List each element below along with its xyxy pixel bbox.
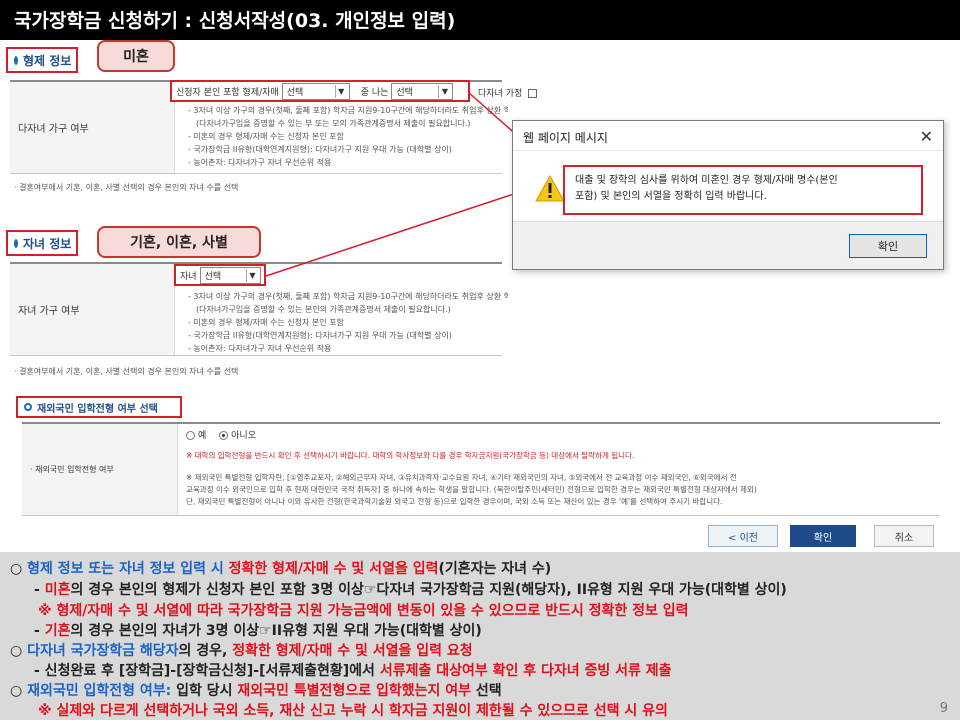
child-select-box: 자녀 선택 ▼	[174, 264, 266, 286]
note-line: - 농어촌자: 다자녀가구 자녀 우선순위 적용	[188, 158, 332, 167]
callout-married: 기혼, 이혼, 사별	[97, 226, 261, 258]
note-line: 교육과정 이수 외국인으로 입학 후 현재 대한민국 국적 취득자] 중 하나에…	[186, 485, 757, 494]
radio-no-label: 아니오	[231, 431, 256, 441]
explanation-box: ○ 형제 정보 또는 자녀 정보 입력 시 정확한 형제/자매 수 및 서열을 …	[0, 552, 960, 720]
sibling-order-value: 선택	[396, 87, 413, 98]
page-title: 국가장학금 신청하기 : 신청서작성(03. 개인정보 입력)	[14, 10, 456, 32]
callout-unmarried-text: 미혼	[123, 49, 149, 65]
overseas-radio-group: 예 아니오	[186, 428, 256, 441]
child-row-label: 자녀 가구 여부	[10, 264, 175, 355]
note-line: ※ 재외국민 특별전형 입학자란, [①영주교포자, ②해외근무자 자녀, ③유…	[186, 473, 737, 482]
dialog-ok-button[interactable]: 확인	[849, 234, 927, 258]
warning-icon	[535, 175, 565, 202]
dialog-message-line: 대출 및 장학의 심사를 위하여 미혼인 경우 형제/자매 명수(본인	[575, 175, 838, 186]
page-number: 9	[939, 701, 948, 716]
child-footnote: · 결혼여부에서 기혼, 이혼, 사별 선택의 경우 본인의 자녀 수를 선택	[14, 367, 239, 376]
note-line: (다자녀가구임을 증명할 수 있는 본인의 가족관계증명서 제출이 필요합니다.…	[196, 305, 451, 314]
confirm-button[interactable]: 확인	[790, 525, 856, 547]
callout-married-text: 기혼, 이혼, 사별	[130, 235, 228, 251]
note-line: - 3자녀 이상 가구의 경우(첫째, 둘째 포함) 학자금 지원9-10구간에…	[188, 106, 508, 115]
note-line: 단, 재외국민 특별전형이 아니나 이와 유사한 전형(한국과학기술원 외국고 …	[186, 497, 723, 506]
explain-line-4: - 기혼의 경우 본인의 자녀가 3명 이상☞II유형 지원 우대 가능(대학별…	[34, 623, 482, 639]
explain-line-5: ○ 다자녀 국가장학금 해당자의 경우, 정확한 형제/자매 수 및 서열을 입…	[10, 643, 473, 659]
sibling-order-select[interactable]: 선택 ▼	[391, 82, 454, 100]
note-line: (다자녀가구임을 증명할 수 있는 부 또는 모의 가족관계증명서 제출이 필요…	[196, 119, 471, 128]
chevron-down-icon: ▼	[334, 84, 347, 98]
chevron-down-icon: ▼	[438, 84, 450, 98]
note-line: - 3자녀 이상 가구의 경우(첫째, 둘째 포함) 학자금 지원9-10구간에…	[188, 292, 508, 301]
dialog-title: 웹 페이지 메시지	[513, 121, 943, 151]
radio-yes[interactable]	[186, 431, 195, 440]
child-count-value: 선택	[204, 271, 222, 282]
sibling-section-title: 형제 정보	[23, 53, 72, 68]
sibling-middle-text: 중 나는	[360, 87, 389, 98]
overseas-red-notice: ※ 대학의 입학전형을 반드시 확인 후 선택하시기 바랍니다. 대학의 학사정…	[186, 451, 635, 460]
child-count-select[interactable]: 선택 ▼	[199, 266, 261, 284]
dialog-footer: 확인	[513, 221, 943, 269]
cancel-button[interactable]: 취소	[874, 525, 934, 547]
section-bullet-icon	[14, 55, 18, 65]
child-section-header: 자녀 정보	[6, 230, 78, 256]
sibling-section-header: 형제 정보	[6, 47, 78, 73]
dialog-message-line: 포함) 및 본인의 서열을 정확히 입력 바랍니다.	[575, 191, 767, 202]
sibling-select-label: 신청자 본인 포함 형제/자매	[176, 87, 279, 98]
radio-yes-label: 예	[198, 431, 207, 441]
note-line: - 미혼의 경우 형제/자매 수는 신청자 본인 포함	[188, 318, 344, 327]
note-line: - 농어촌자: 다자녀가구 자녀 우선순위 적용	[188, 344, 332, 353]
section-bullet-icon	[14, 238, 18, 248]
prev-button[interactable]: < 이전	[708, 525, 778, 547]
child-select-label: 자녀	[180, 271, 197, 282]
multi-child-checkbox-wrap: 다자녀 가정	[478, 86, 538, 99]
sibling-row-label: 다자녀 가구 여부	[10, 82, 175, 173]
overseas-row-label: · 재외국민 입학전형 여부	[22, 424, 178, 515]
overseas-section-header: 재외국민 입학전형 여부 선택	[16, 396, 182, 418]
title-bar: 국가장학금 신청하기 : 신청서작성(03. 개인정보 입력)	[0, 0, 960, 40]
overseas-notes: ※ 재외국민 특별전형 입학자란, [①영주교포자, ②해외근무자 자녀, ③유…	[186, 472, 936, 508]
sibling-notes: - 3자녀 이상 가구의 경우(첫째, 둘째 포함) 학자금 지원9-10구간에…	[188, 104, 508, 169]
note-line: - 미혼의 경우 형제/자매 수는 신청자 본인 포함	[188, 132, 344, 141]
explain-line-7: ○ 재외국민 입학전형 여부: 입학 당시 재외국민 특별전형으로 입학했는지 …	[10, 683, 502, 699]
note-line: - 국가장학금 II유형(대학연계지원형): 다자녀가구 지원 우대 가능 (대…	[188, 331, 452, 340]
section-bullet-icon	[24, 403, 32, 411]
web-page-message-dialog: 웹 페이지 메시지 ✕ 대출 및 장학의 심사를 위하여 미혼인 경우 형제/자…	[512, 120, 944, 270]
note-line: - 국가장학금 II유형(대학연계지원형): 다자녀가구 지원 우대 가능 (대…	[188, 145, 452, 154]
callout-unmarried: 미혼	[97, 40, 175, 72]
radio-no[interactable]	[219, 431, 229, 440]
sibling-count-value: 선택	[286, 87, 304, 98]
multi-child-checkbox-label: 다자녀 가정	[478, 89, 523, 99]
overseas-section-title: 재외국민 입학전형 여부 선택	[37, 403, 158, 415]
child-notes: - 3자녀 이상 가구의 경우(첫째, 둘째 포함) 학자금 지원9-10구간에…	[188, 290, 508, 355]
close-icon[interactable]: ✕	[920, 127, 933, 146]
child-section-title: 자녀 정보	[23, 236, 72, 251]
chevron-down-icon: ▼	[246, 268, 258, 282]
explain-line-1: ○ 형제 정보 또는 자녀 정보 입력 시 정확한 형제/자매 수 및 서열을 …	[10, 561, 552, 577]
explain-line-2: - 미혼의 경우 본인의 형제가 신청자 본인 포함 3명 이상☞다자녀 국가장…	[34, 582, 787, 598]
dialog-message: 대출 및 장학의 심사를 위하여 미혼인 경우 형제/자매 명수(본인 포함) …	[563, 165, 923, 215]
explain-line-3: ※ 형제/자매 수 및 서열에 따라 국가장학금 지원 가능금액에 변동이 있을…	[38, 603, 689, 619]
sibling-select-box: 신청자 본인 포함 형제/자매 선택 ▼ 중 나는 선택 ▼	[170, 80, 470, 102]
multi-child-checkbox[interactable]	[528, 89, 538, 98]
sibling-count-select[interactable]: 선택 ▼	[281, 82, 350, 100]
explain-line-6: - 신청완료 후 [장학금]-[장학금신청]-[서류제출현황]에서 서류제출 대…	[34, 663, 672, 679]
explain-line-8: ※ 실제와 다르게 선택하거나 국외 소득, 재산 신고 누락 시 학자금 지원…	[38, 703, 668, 719]
sibling-footnote: · 결혼여부에서 기혼, 이혼, 사별 선택의 경우 본인의 자녀 수를 선택	[14, 183, 239, 192]
